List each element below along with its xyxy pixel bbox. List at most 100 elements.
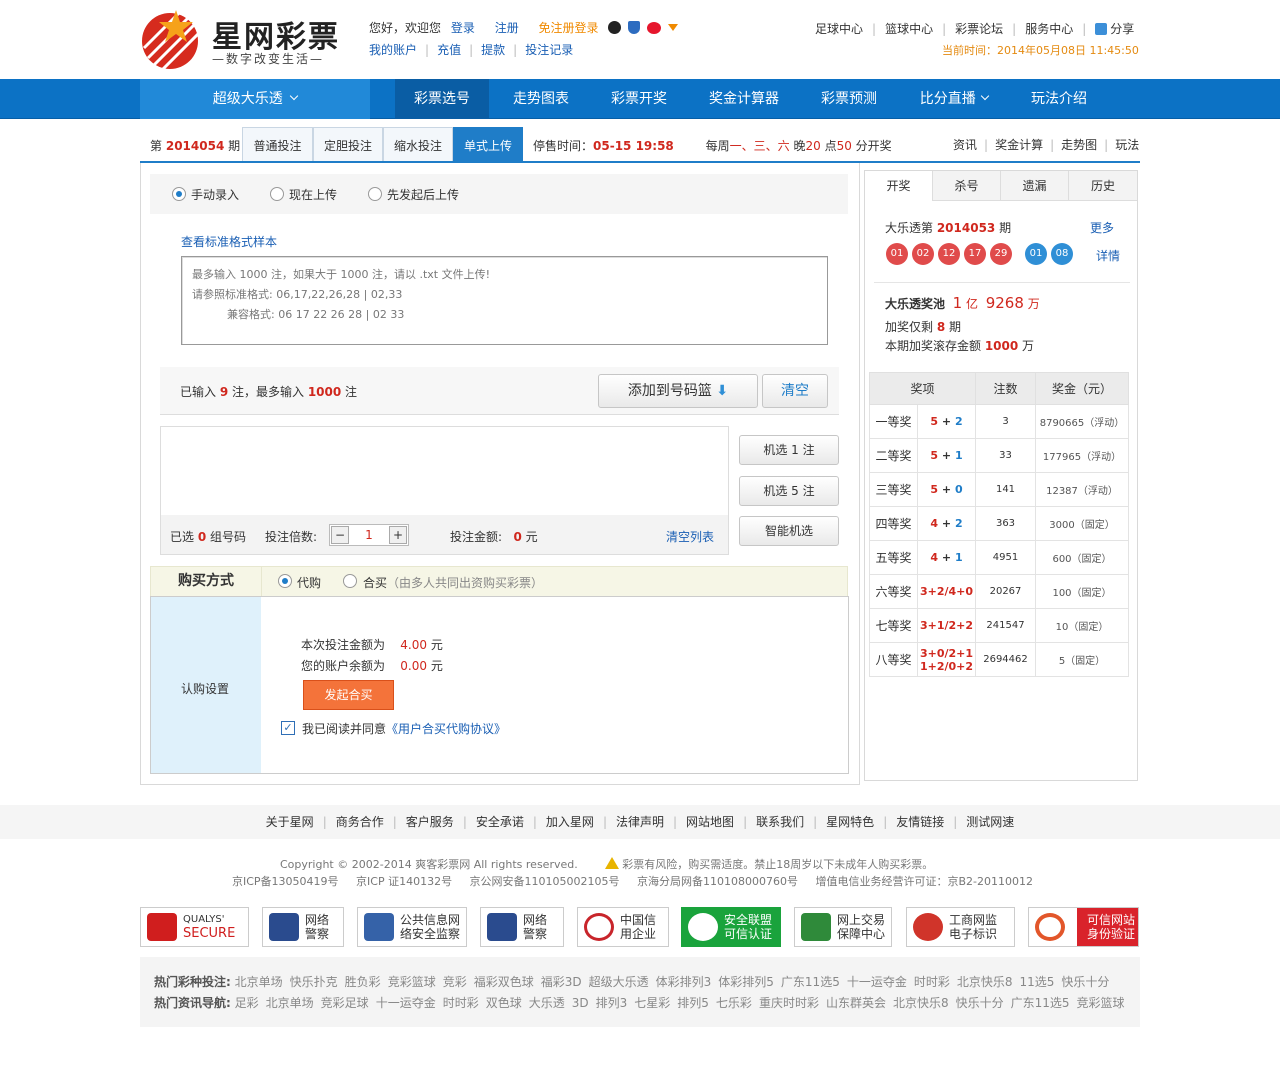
badge-business-monitor[interactable]: 工商网监 电子标识 — [906, 907, 1015, 947]
footer-link[interactable]: 商务合作 — [336, 815, 384, 829]
hot-news-link[interactable]: 大乐透 — [529, 996, 565, 1010]
radio-upload-now[interactable] — [270, 187, 284, 201]
hot-lottery-link[interactable]: 快乐扑克 — [290, 975, 338, 989]
badge-security-alliance[interactable]: 安全联盟 可信认证 — [681, 907, 781, 947]
hot-lottery-link[interactable]: 时时彩 — [914, 975, 950, 989]
badge-trusted-site[interactable]: 可信网站 身份验证 — [1028, 907, 1139, 947]
tab-history[interactable]: 历史 — [1069, 171, 1137, 201]
tab-single-upload[interactable]: 单式上传 — [453, 127, 523, 161]
footer-link[interactable]: 测试网速 — [966, 815, 1014, 829]
start-group-buy-button[interactable]: 发起合买 — [303, 680, 394, 710]
multiple-value[interactable]: 1 — [352, 528, 386, 542]
hot-news-link[interactable]: 足彩 — [235, 996, 259, 1010]
link-prize-calc[interactable]: 奖金计算 — [995, 138, 1043, 152]
radio-group-buy-label[interactable]: 合买（由多人共同出资购买彩票） — [363, 574, 543, 591]
top-link-forum[interactable]: 彩票论坛 — [955, 22, 1003, 36]
hot-news-link[interactable]: 快乐十分 — [956, 996, 1004, 1010]
footer-link[interactable]: 法律声明 — [616, 815, 664, 829]
footer-link[interactable]: 网站地图 — [686, 815, 734, 829]
hot-lottery-link[interactable]: 福彩3D — [541, 975, 582, 989]
radio-manual[interactable] — [172, 187, 186, 201]
hot-news-link[interactable]: 3D — [572, 996, 589, 1010]
clear-button[interactable]: 清空 — [762, 374, 828, 408]
hot-news-link[interactable]: 广东11选5 — [1011, 996, 1070, 1010]
footer-link[interactable]: 加入星网 — [546, 815, 594, 829]
link-rules[interactable]: 玩法 — [1115, 138, 1139, 152]
hot-lottery-link[interactable]: 竞彩篮球 — [388, 975, 436, 989]
hot-lottery-link[interactable]: 十一运夺金 — [847, 975, 907, 989]
hot-news-link[interactable]: 双色球 — [486, 996, 522, 1010]
tab-kill-number[interactable]: 杀号 — [933, 171, 1001, 201]
tab-missing[interactable]: 遗漏 — [1001, 171, 1069, 201]
plus-button[interactable]: + — [389, 526, 407, 544]
hot-news-link[interactable]: 北京快乐8 — [893, 996, 949, 1010]
hot-news-link[interactable]: 竞彩足球 — [321, 996, 369, 1010]
badge-police-2[interactable]: 网络 警察 — [480, 907, 564, 947]
nav-item-rules[interactable]: 玩法介绍 — [1016, 79, 1102, 119]
radio-upload-now-label[interactable]: 现在上传 — [289, 186, 337, 203]
hot-news-link[interactable]: 北京单场 — [266, 996, 314, 1010]
radio-proxy-buy-label[interactable]: 代购 — [297, 574, 321, 591]
footer-link[interactable]: 关于星网 — [266, 815, 314, 829]
hot-lottery-link[interactable]: 竞彩 — [443, 975, 467, 989]
smart-random-button[interactable]: 智能机选 — [739, 516, 839, 546]
radio-upload-later[interactable] — [368, 187, 382, 201]
footer-link[interactable]: 安全承诺 — [476, 815, 524, 829]
radio-upload-later-label[interactable]: 先发起后上传 — [387, 186, 459, 203]
footer-link[interactable]: 联系我们 — [756, 815, 804, 829]
hot-lottery-link[interactable]: 体彩排列5 — [718, 975, 774, 989]
radio-manual-label[interactable]: 手动录入 — [191, 186, 239, 203]
hot-lottery-link[interactable]: 广东11选5 — [781, 975, 840, 989]
bet-record-link[interactable]: 投注记录 — [525, 43, 573, 57]
hot-lottery-link[interactable]: 北京快乐8 — [957, 975, 1013, 989]
dropdown-arrow-icon[interactable] — [667, 24, 678, 31]
my-account-link[interactable]: 我的账户 — [369, 43, 417, 57]
link-news[interactable]: 资讯 — [953, 138, 977, 152]
number-input-textarea[interactable]: 最多输入 1000 注，如果大于 1000 注，请以 .txt 文件上传! 请参… — [181, 256, 828, 345]
recharge-link[interactable]: 充值 — [437, 43, 461, 57]
footer-link[interactable]: 友情链接 — [896, 815, 944, 829]
register-link[interactable]: 注册 — [495, 21, 519, 35]
add-to-basket-button[interactable]: 添加到号码篮 ⬇ — [598, 374, 758, 408]
clear-list-link[interactable]: 清空列表 — [666, 528, 714, 545]
hot-news-link[interactable]: 重庆时时彩 — [759, 996, 819, 1010]
badge-security-monitor[interactable]: 公共信息网 络安全监察 — [357, 907, 467, 947]
hot-lottery-link[interactable]: 快乐十分 — [1061, 975, 1109, 989]
weibo-icon[interactable] — [647, 22, 662, 34]
hot-news-link[interactable]: 竞彩篮球 — [1077, 996, 1125, 1010]
badge-credit-enterprise[interactable]: 中国信 用企业 — [577, 907, 669, 947]
nav-item-draw[interactable]: 彩票开奖 — [596, 79, 682, 119]
radio-group-buy[interactable] — [343, 574, 357, 588]
shield-icon[interactable] — [628, 21, 641, 34]
hot-lottery-link[interactable]: 胜负彩 — [345, 975, 381, 989]
radio-proxy-buy[interactable] — [278, 574, 292, 588]
hot-news-link[interactable]: 十一运夺金 — [376, 996, 436, 1010]
hot-lottery-link[interactable]: 11选5 — [1020, 975, 1055, 989]
tab-draw-result[interactable]: 开奖 — [865, 171, 933, 201]
more-link[interactable]: 更多 — [1090, 219, 1114, 236]
agree-checkbox[interactable]: ✓ — [281, 721, 295, 735]
top-link-basketball[interactable]: 篮球中心 — [885, 22, 933, 36]
hot-news-link[interactable]: 七星彩 — [634, 996, 670, 1010]
top-link-service[interactable]: 服务中心 — [1025, 22, 1073, 36]
hot-news-link[interactable]: 七乐彩 — [716, 996, 752, 1010]
share-icon[interactable] — [1095, 23, 1108, 35]
badge-police-1[interactable]: 网络 警察 — [262, 907, 344, 947]
footer-link[interactable]: 客户服务 — [406, 815, 454, 829]
detail-link[interactable]: 详情 — [1096, 247, 1120, 264]
hot-lottery-link[interactable]: 体彩排列3 — [656, 975, 712, 989]
hot-news-link[interactable]: 排列5 — [677, 996, 709, 1010]
hot-lottery-link[interactable]: 福彩双色球 — [474, 975, 534, 989]
random-1-button[interactable]: 机选 1 注 — [739, 435, 839, 465]
multiple-stepper[interactable]: − 1 + — [329, 524, 409, 546]
top-link-football[interactable]: 足球中心 — [815, 22, 863, 36]
badge-qualys[interactable]: QUALYS' SECURE — [140, 907, 249, 947]
qq-icon[interactable] — [608, 21, 622, 34]
nav-item-pick[interactable]: 彩票选号 — [395, 79, 489, 119]
footer-link[interactable]: 星网特色 — [826, 815, 874, 829]
quick-register-link[interactable]: 免注册登录 — [539, 21, 599, 35]
top-link-share[interactable]: 分享 — [1110, 22, 1134, 36]
minus-button[interactable]: − — [331, 526, 349, 544]
lottery-select[interactable]: 超级大乐透 — [140, 79, 370, 119]
hot-lottery-link[interactable]: 北京单场 — [235, 975, 283, 989]
